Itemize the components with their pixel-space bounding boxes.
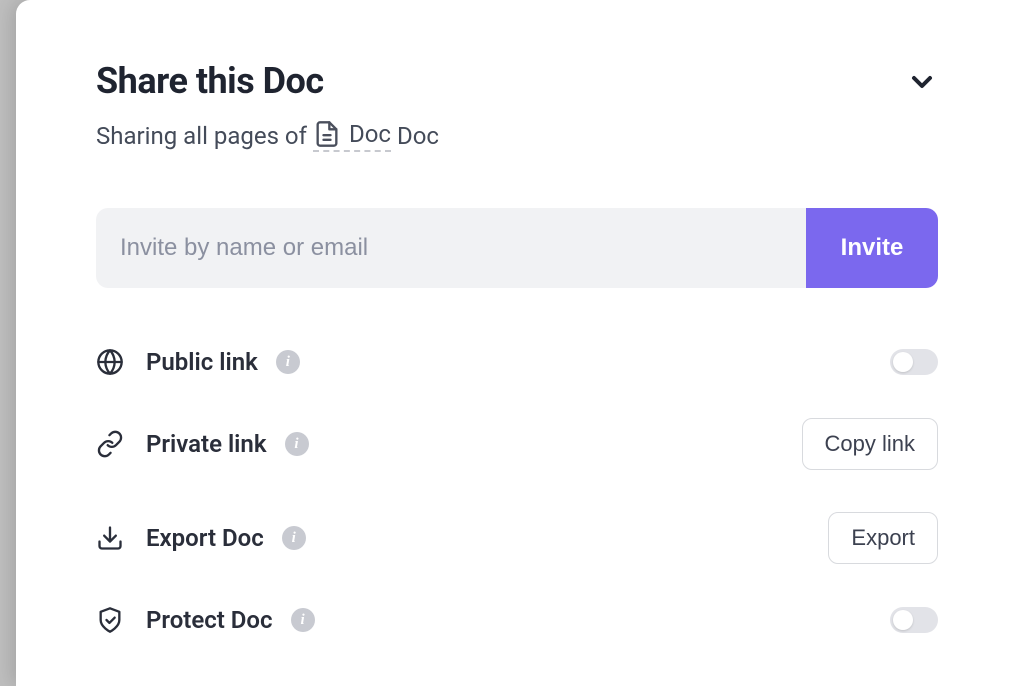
info-icon[interactable]: i [282, 526, 306, 550]
option-public-link: Public link i [96, 348, 938, 376]
link-icon [96, 430, 124, 458]
option-private-link: Private link i Copy link [96, 418, 938, 470]
public-link-label: Public link [146, 348, 258, 376]
export-doc-label: Export Doc [146, 524, 264, 552]
modal-subtitle: Sharing all pages of Doc Doc [96, 120, 938, 152]
invite-button[interactable]: Invite [806, 208, 938, 288]
option-export-doc: Export Doc i Export [96, 512, 938, 564]
public-link-toggle[interactable] [890, 349, 938, 375]
private-link-label: Private link [146, 430, 267, 458]
doc-label: Doc [349, 120, 391, 148]
invite-input[interactable] [96, 208, 806, 288]
invite-row: Invite [96, 208, 938, 288]
download-icon [96, 524, 124, 552]
subtitle-prefix: Sharing all pages of [96, 122, 307, 150]
modal-header: Share this Doc [96, 60, 938, 102]
protect-doc-toggle[interactable] [890, 607, 938, 633]
protect-doc-label: Protect Doc [146, 606, 273, 634]
chevron-down-icon[interactable] [906, 66, 938, 102]
modal-title: Share this Doc [96, 60, 324, 102]
share-modal: Share this Doc Sharing all pages of Doc … [16, 0, 1018, 686]
doc-selector[interactable]: Doc [313, 120, 391, 152]
option-protect-doc: Protect Doc i [96, 606, 938, 634]
export-button[interactable]: Export [828, 512, 938, 564]
share-options: Public link i Private link i Copy link [96, 348, 938, 634]
doc-name: Doc [397, 122, 439, 150]
info-icon[interactable]: i [291, 608, 315, 632]
info-icon[interactable]: i [285, 432, 309, 456]
info-icon[interactable]: i [276, 350, 300, 374]
copy-link-button[interactable]: Copy link [802, 418, 938, 470]
document-icon [313, 120, 341, 148]
shield-icon [96, 606, 124, 634]
globe-icon [96, 348, 124, 376]
